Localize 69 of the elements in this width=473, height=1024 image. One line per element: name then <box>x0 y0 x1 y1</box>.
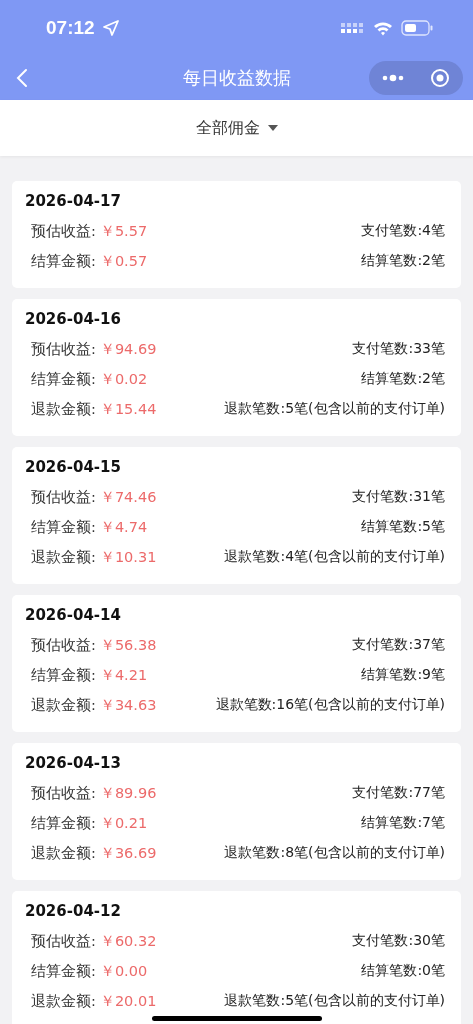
more-icon[interactable] <box>382 74 404 82</box>
field-label: 预估收益: <box>31 636 96 653</box>
order-count: 支付笔数:77笔 <box>352 784 445 802</box>
caret-icon <box>267 125 278 131</box>
amount-value: ￥56.38 <box>99 636 157 653</box>
signal-icon <box>341 22 365 34</box>
amount-value: ￥5.57 <box>99 222 148 239</box>
field-label: 退款金额: <box>31 992 96 1009</box>
date-heading: 2026-04-15 <box>25 458 122 478</box>
order-count: 退款笔数:5笔(包含以前的支付订单) <box>224 400 445 418</box>
amount-value: ￥74.46 <box>99 488 157 505</box>
filter-dropdown[interactable]: 全部佣金 <box>0 100 473 156</box>
date-heading: 2026-04-13 <box>25 754 122 774</box>
order-count: 支付笔数:30笔 <box>352 932 445 950</box>
field-label: 退款金额: <box>31 548 96 565</box>
order-count: 结算笔数:9笔 <box>361 666 445 684</box>
field-label: 结算金额: <box>31 370 96 387</box>
field-label: 结算金额: <box>31 962 96 979</box>
field-label: 结算金额: <box>31 252 96 269</box>
battery-icon <box>401 20 433 36</box>
order-count: 结算笔数:2笔 <box>361 252 445 270</box>
amount-value: ￥20.01 <box>99 992 157 1009</box>
field-label: 预估收益: <box>31 488 96 505</box>
date-heading: 2026-04-17 <box>25 192 122 212</box>
amount-value: ￥10.31 <box>99 548 157 565</box>
field-label: 结算金额: <box>31 814 96 831</box>
status-time: 07:12 <box>46 17 95 39</box>
amount-value: ￥60.32 <box>99 932 157 949</box>
amount-value: ￥0.21 <box>99 814 148 831</box>
back-icon[interactable] <box>16 68 28 88</box>
amount-value: ￥0.02 <box>99 370 148 387</box>
wifi-icon <box>373 20 393 36</box>
order-count: 退款笔数:16笔(包含以前的支付订单) <box>215 696 445 714</box>
amount-value: ￥36.69 <box>99 844 157 861</box>
page-title: 每日收益数据 <box>181 66 292 90</box>
order-count: 支付笔数:37笔 <box>352 636 445 654</box>
amount-value: ￥4.21 <box>99 666 148 683</box>
amount-value: ￥0.00 <box>99 962 148 979</box>
order-count: 支付笔数:31笔 <box>352 488 445 506</box>
order-count: 退款笔数:4笔(包含以前的支付订单) <box>224 548 445 566</box>
field-label: 预估收益: <box>31 932 96 949</box>
amount-value: ￥15.44 <box>99 400 157 417</box>
field-label: 预估收益: <box>31 340 96 357</box>
amount-value: ￥34.63 <box>99 696 157 713</box>
order-count: 结算笔数:7笔 <box>361 814 445 832</box>
order-count: 结算笔数:5笔 <box>361 518 445 536</box>
field-label: 退款金额: <box>31 844 96 861</box>
order-count: 结算笔数:2笔 <box>361 370 445 388</box>
amount-value: ￥0.57 <box>99 252 148 269</box>
close-target-icon[interactable] <box>430 68 450 88</box>
amount-value: ￥94.69 <box>99 340 157 357</box>
field-label: 退款金额: <box>31 696 96 713</box>
field-label: 预估收益: <box>31 222 96 239</box>
capsule-menu[interactable] <box>369 61 463 95</box>
date-heading: 2026-04-14 <box>25 606 122 626</box>
order-count: 退款笔数:8笔(包含以前的支付订单) <box>224 844 445 862</box>
amount-value: ￥4.74 <box>99 518 148 535</box>
date-heading: 2026-04-12 <box>25 902 122 922</box>
amount-value: ￥89.96 <box>99 784 157 801</box>
field-label: 结算金额: <box>31 666 96 683</box>
location-arrow-icon <box>102 20 119 36</box>
order-count: 结算笔数:0笔 <box>361 962 445 980</box>
order-count: 支付笔数:4笔 <box>361 222 445 240</box>
date-heading: 2026-04-16 <box>25 310 122 330</box>
field-label: 结算金额: <box>31 518 96 535</box>
order-count: 退款笔数:5笔(包含以前的支付订单) <box>224 992 445 1010</box>
order-count: 支付笔数:33笔 <box>352 340 445 358</box>
field-label: 退款金额: <box>31 400 96 417</box>
field-label: 预估收益: <box>31 784 96 801</box>
